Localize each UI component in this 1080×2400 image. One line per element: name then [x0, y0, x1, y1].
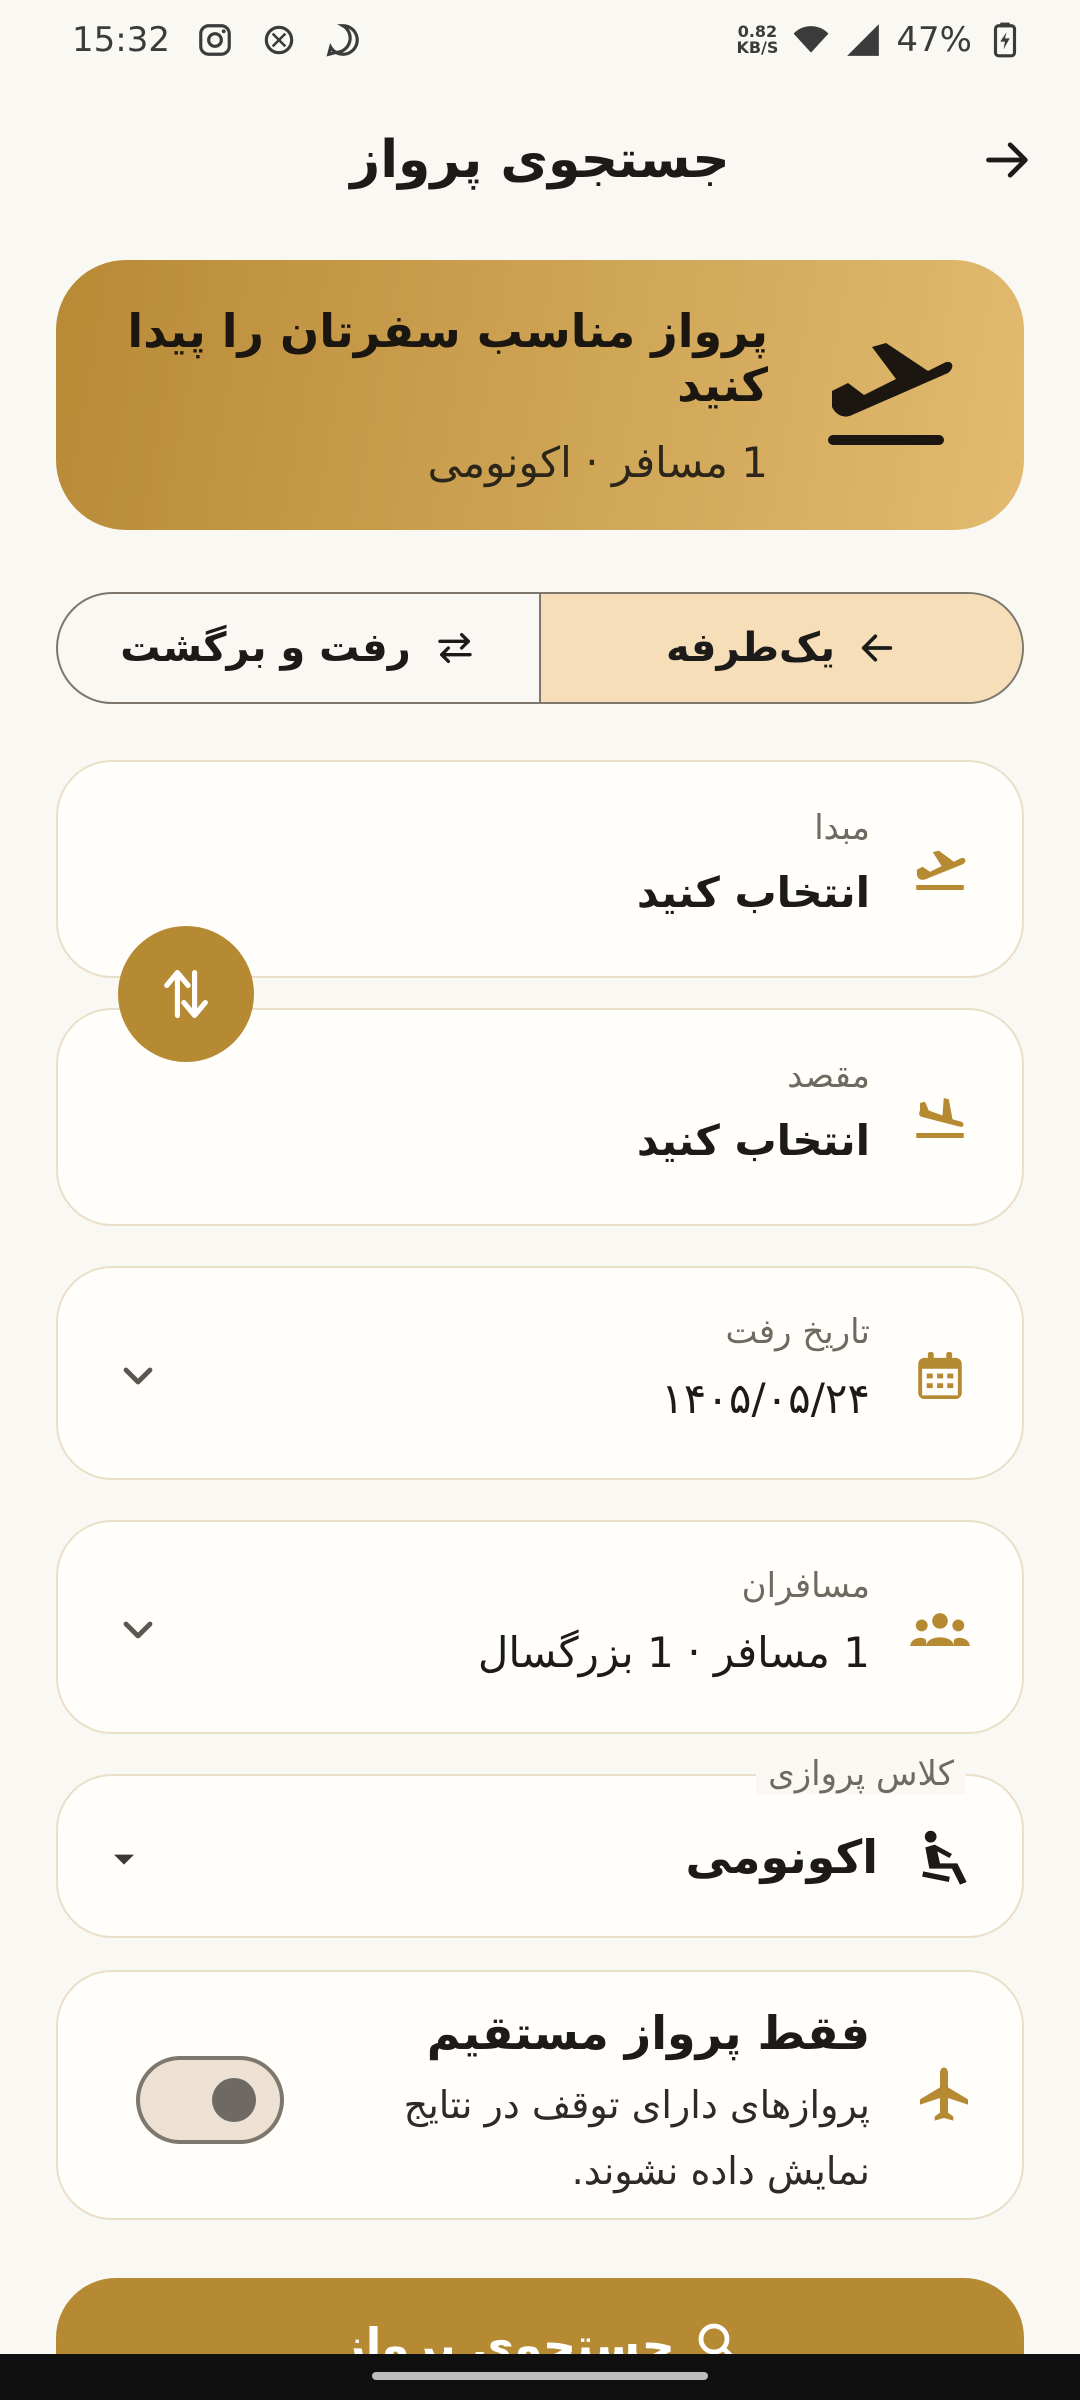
trip-type-selector: یک‌طرفه رفت و برگشت — [56, 592, 1024, 704]
wifi-icon — [794, 26, 829, 53]
hero-subtitle: 1 مسافر · اکونومی — [427, 437, 768, 487]
direct-flight-description: پروازهای دارای توقف در نتایج نمایش داده … — [403, 2083, 870, 2193]
direct-flight-toggle[interactable] — [136, 2056, 284, 2144]
origin-value: انتخاب کنید — [636, 868, 870, 917]
whatsapp-icon — [326, 24, 359, 57]
toggle-knob — [212, 2078, 256, 2122]
passengers-label: مسافران — [741, 1566, 870, 1606]
flight-class-label: کلاس پروازی — [756, 1754, 966, 1794]
flight-land-icon — [908, 1086, 972, 1150]
passengers-field[interactable]: مسافران 1 مسافر · 1 بزرگسال — [56, 1520, 1024, 1734]
calendar-icon — [908, 1344, 972, 1408]
cell-signal-icon — [847, 24, 880, 56]
group-icon — [908, 1598, 972, 1662]
back-button[interactable] — [976, 128, 1040, 192]
top-app-bar: جستجوی پرواز — [0, 100, 1080, 220]
swap-origin-destination-button[interactable] — [118, 926, 254, 1062]
passengers-value: 1 مسافر · 1 بزرگسال — [477, 1628, 870, 1677]
network-speed: 0.82 KB/S — [736, 24, 778, 56]
origin-label: مبدا — [814, 808, 870, 848]
battery-charging-icon — [993, 22, 1017, 58]
hero-banner: پرواز مناسب سفرتان را پیدا کنید 1 مسافر … — [56, 260, 1024, 530]
system-navigation-bar — [0, 2354, 1080, 2400]
dropdown-arrow-icon — [114, 1854, 134, 1865]
page-title: جستجوی پرواز — [350, 130, 730, 190]
destination-value: انتخاب کنید — [636, 1116, 870, 1165]
home-gesture-handle[interactable] — [372, 2372, 708, 2380]
departure-date-value: ۱۴۰۵/۰۵/۲۴ — [661, 1374, 870, 1423]
one-way-option[interactable]: یک‌طرفه — [541, 594, 1022, 702]
arrow-forward-icon — [986, 142, 1028, 178]
round-trip-label: رفت و برگشت — [120, 625, 411, 671]
status-bar: 15:32 0.82 KB/S 47% — [0, 0, 1080, 80]
status-time: 15:32 — [72, 20, 170, 60]
airplane-takeoff-icon — [828, 343, 953, 445]
flight-class-dropdown[interactable]: کلاس پروازی اکونومی — [56, 1754, 1024, 1938]
direct-flight-title: فقط پرواز مستقیم — [426, 2006, 870, 2060]
airline-seat-icon — [922, 1830, 967, 1885]
battery-percent: 47% — [896, 20, 972, 60]
chevron-down-icon — [123, 1621, 153, 1639]
flight-class-value: اکونومی — [685, 1830, 879, 1884]
swap-vertical-icon — [164, 970, 208, 1018]
net-speed-unit: KB/S — [736, 38, 779, 57]
chevron-down-icon — [123, 1367, 153, 1385]
one-way-label: یک‌طرفه — [666, 625, 835, 671]
swap-horizontal-icon — [438, 633, 472, 663]
instagram-icon — [199, 24, 231, 56]
chatgpt-icon — [264, 25, 294, 55]
airplane-icon — [920, 2067, 968, 2121]
arrow-left-icon — [861, 634, 893, 662]
departure-date-field[interactable]: تاریخ رفت ۱۴۰۵/۰۵/۲۴ — [56, 1266, 1024, 1480]
direct-flight-card: فقط پرواز مستقیم پروازهای دارای توقف در … — [56, 1970, 1024, 2220]
flight-takeoff-icon — [908, 838, 972, 902]
round-trip-option[interactable]: رفت و برگشت — [58, 594, 541, 702]
hero-title: پرواز مناسب سفرتان را پیدا کنید — [127, 303, 768, 412]
departure-date-label: تاریخ رفت — [725, 1312, 870, 1352]
destination-label: مقصد — [787, 1056, 870, 1096]
